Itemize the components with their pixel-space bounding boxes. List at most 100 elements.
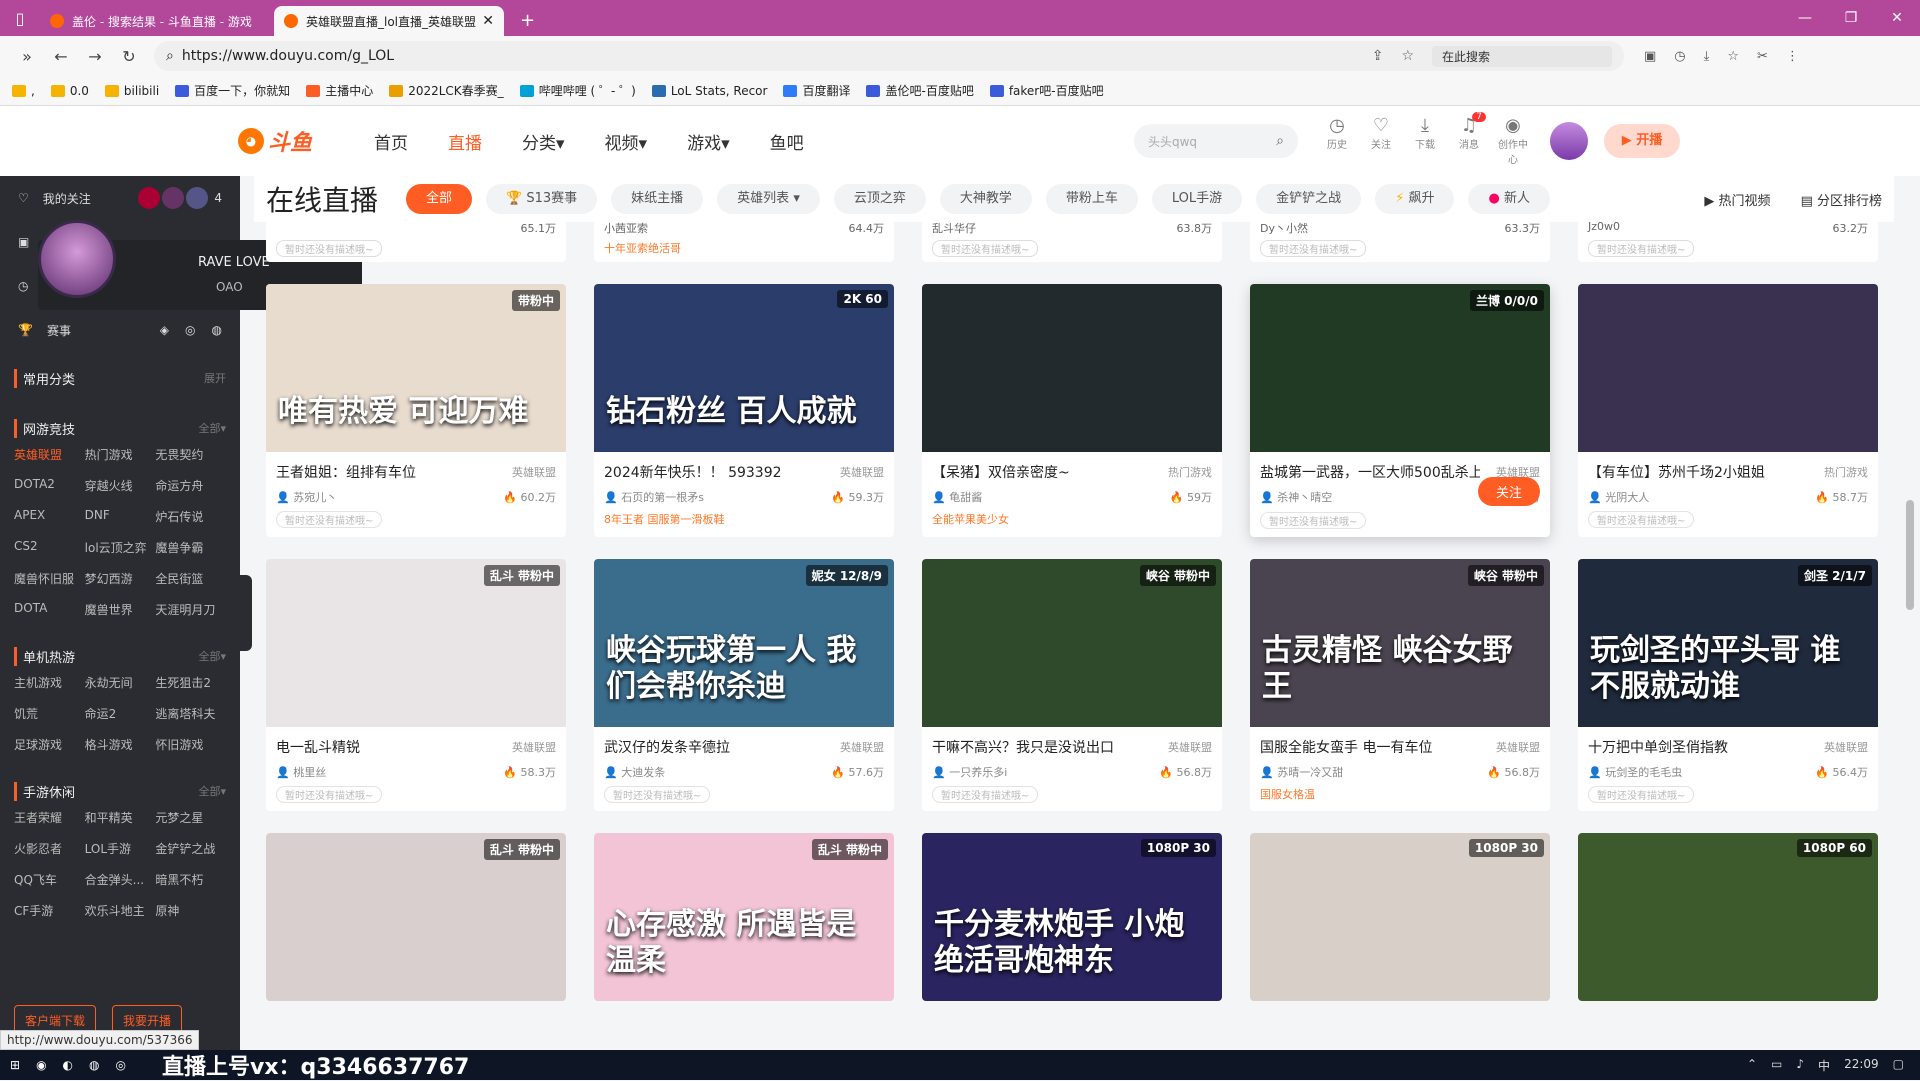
sidebar-esports[interactable]: 🏆 赛事 ◈ ◎ ◍ [0, 308, 240, 352]
ranking-link[interactable]: ▤ 分区排行榜 [1801, 190, 1882, 209]
tray-chevron-icon[interactable]: ⌃ [1747, 1057, 1757, 1074]
category-item[interactable]: 饥荒 [14, 705, 85, 722]
stream-card[interactable]: 1080P 60 [1578, 833, 1878, 1001]
bookmark-item[interactable]: faker吧-百度贴吧 [989, 82, 1104, 99]
stream-card[interactable]: 峡谷玩球第一人 我们会帮你杀迪 妮女 12/8/9 武汉仔的发条辛德拉 英雄联盟 … [594, 559, 894, 811]
download-icon[interactable]: ⤓ [1704, 49, 1710, 64]
stream-card[interactable]: 玩剑圣的平头哥 谁不服就动谁 剑圣 2/1/7 十万把中单剑圣俏指教 英雄联盟 👤… [1578, 559, 1878, 811]
category-item[interactable]: 生死狙击2 [155, 674, 226, 691]
stream-thumbnail[interactable]: 峡谷 带粉中 [922, 559, 1222, 727]
clock[interactable]: 22:09 [1844, 1057, 1879, 1074]
bookmark-item[interactable]: 哔哩哔哩 ( ゜- ゜) [519, 82, 636, 99]
streamer-name[interactable]: 👤 桃里丝 [276, 764, 326, 780]
streamer-name[interactable]: 👤 玩剑圣的毛毛虫 [1588, 764, 1682, 780]
stream-thumbnail[interactable]: 兰博 0/0/0 [1250, 284, 1550, 452]
category-item[interactable]: 欢乐斗地主 [85, 902, 156, 919]
sidebar-follow[interactable]: ♡ 我的关注 4 [0, 176, 240, 220]
stream-category[interactable]: 热门游戏 [1168, 464, 1212, 480]
stream-card[interactable]: 峡谷 带粉中 干嘛不高兴？我只是没说出口 英雄联盟 👤 一只养乐多i 🔥 56.8万… [922, 559, 1222, 811]
stream-category[interactable]: 英雄联盟 [840, 739, 884, 755]
category-item[interactable]: 热门游戏 [85, 446, 156, 463]
nav-home[interactable]: 首页 [374, 129, 408, 154]
category-item[interactable]: 魔兽怀旧服 [14, 570, 85, 587]
bookmark-item[interactable]: bilibili [104, 84, 159, 98]
restore-icon[interactable]: ❐ [1828, 10, 1874, 26]
category-item[interactable]: LOL手游 [85, 840, 156, 857]
stream-card[interactable]: 钻石粉丝 百人成就 2K 60 2024新年快乐！！ 593392 英雄联盟 👤 … [594, 284, 894, 537]
bookmark-item[interactable]: 盖伦吧-百度贴吧 [866, 82, 974, 99]
hot-video-link[interactable]: ▶ 热门视频 [1704, 190, 1770, 209]
stream-thumbnail[interactable]: 心存感激 所遇皆是温柔 乱斗 带粉中 [594, 833, 894, 1001]
filter-teaching[interactable]: 大神教学 [939, 184, 1032, 214]
stream-card[interactable]: 1080P 30 [1250, 833, 1550, 1001]
stream-thumbnail[interactable]: 1080P 30 [1250, 833, 1550, 1001]
stream-thumbnail[interactable]: 乱斗 带粉中 [266, 833, 566, 1001]
reload-icon[interactable]: ↻ [112, 47, 146, 66]
lpl-icon[interactable]: ◈ [160, 323, 169, 337]
windows-start-icon[interactable]: ⊞ [10, 1058, 20, 1072]
streamer-name[interactable]: 👤 杀神丶晴空 [1260, 489, 1332, 505]
star-icon[interactable]: ☆ [1401, 48, 1414, 64]
filter-lol-mobile[interactable]: LOL手游 [1151, 184, 1243, 214]
stream-thumbnail[interactable]: 乱斗 带粉中 [266, 559, 566, 727]
stream-thumbnail[interactable]: 峡谷玩球第一人 我们会帮你杀迪 妮女 12/8/9 [594, 559, 894, 727]
stream-thumbnail[interactable] [1578, 284, 1878, 452]
filter-female-streamer[interactable]: 妹纸主播 [611, 184, 704, 214]
stream-card[interactable]: 【呆猪】双倍亲密度~ 热门游戏 👤 龟甜酱 🔥 59万 全能苹果美少女 [922, 284, 1222, 537]
bookmark-item[interactable]: 百度一下，你就知 [175, 82, 290, 99]
search-engine-box[interactable]: 在此搜索 [1432, 45, 1612, 67]
category-item[interactable]: APEX [14, 508, 85, 525]
category-item[interactable]: 命运方舟 [155, 477, 226, 494]
bookmark-item[interactable]: 百度翻译 [783, 82, 850, 99]
tools-icon[interactable]: ✂ [1757, 49, 1768, 64]
menu-icon[interactable]: ⋮ [1786, 49, 1799, 64]
stream-card[interactable]: 乱斗 带粉中 [266, 833, 566, 1001]
section-more[interactable]: 全部▾ [198, 648, 226, 664]
history-icon[interactable]: ◷ [1674, 49, 1685, 64]
forward-double-icon[interactable]: » [10, 47, 44, 66]
expand-link[interactable]: 展开 [204, 370, 226, 386]
streamer-name[interactable]: 👤 石页的第一根矛s [604, 489, 704, 505]
creator-button[interactable]: ◉ 创作中心 [1498, 116, 1528, 167]
stream-title[interactable]: 电一乱斗精锐 [276, 737, 360, 757]
stream-title[interactable]: 【有车位】苏州千场2小姐姐 [1588, 462, 1765, 482]
taskbar-app-icon[interactable]: ◉ [36, 1058, 46, 1072]
close-window-icon[interactable]: ✕ [1874, 10, 1920, 26]
section-more[interactable]: 全部▾ [198, 783, 226, 799]
category-item[interactable]: 炉石传说 [155, 508, 226, 525]
filter-tft[interactable]: 云顶之弈 [833, 184, 926, 214]
stream-thumbnail[interactable]: 钻石粉丝 百人成就 2K 60 [594, 284, 894, 452]
broadcast-button[interactable]: ▶ 开播 [1604, 124, 1680, 158]
category-item[interactable]: 魔兽争霸 [155, 539, 226, 556]
bookmark-item[interactable]: 0.0 [50, 84, 89, 98]
filter-fan-ride[interactable]: 带粉上车 [1045, 184, 1138, 214]
category-item[interactable]: 永劫无间 [85, 674, 156, 691]
filter-all[interactable]: 全部 [406, 184, 473, 214]
stream-card[interactable]: 古灵精怪 峡谷女野王 峡谷 带粉中 国服全能女蛮手 电一有车位 英雄联盟 👤 苏晴… [1250, 559, 1550, 811]
stream-title[interactable]: 王者姐姐：组排有车位 [276, 462, 416, 482]
category-item[interactable]: 魔兽世界 [85, 601, 156, 618]
clock-icon[interactable]: ◷ [18, 279, 28, 293]
category-item[interactable]: 合金弹头... [85, 871, 156, 888]
streamer-name[interactable]: 👤 光阴大人 [1588, 489, 1649, 505]
stream-card[interactable]: 千分麦林炮手 小炮绝活哥炮神东 1080P 30 [922, 833, 1222, 1001]
history-button[interactable]: ◷ 历史 [1322, 116, 1352, 166]
stream-title[interactable]: 十万把中单剑圣俏指教 [1588, 737, 1728, 757]
category-item[interactable]: lol云顶之弈 [85, 539, 156, 556]
download-button[interactable]: ⤓ 下载 [1410, 116, 1440, 166]
favorites-icon[interactable]: ☆ [1727, 49, 1739, 64]
streamer-name[interactable]: 👤 苏晴一冷又甜 [1260, 764, 1343, 780]
follow-button[interactable]: 关注 [1477, 477, 1540, 506]
category-item[interactable]: 无畏契约 [155, 446, 226, 463]
streamer-name[interactable]: 👤 苏宛儿丶 [276, 489, 337, 505]
stream-card[interactable]: 【有车位】苏州千场2小姐姐 热门游戏 👤 光阴大人 🔥 58.7万 暂时还没有描述哦… [1578, 284, 1878, 537]
filter-rising[interactable]: ⚡ 飙升 [1375, 184, 1455, 214]
ime-indicator[interactable]: 中 [1818, 1057, 1830, 1074]
stream-title[interactable]: 2024新年快乐！！ 593392 [604, 462, 782, 482]
nav-category[interactable]: 分类▾ [522, 129, 565, 154]
stream-card[interactable]: 唯有热爱 可迎万难 带粉中 王者姐姐：组排有车位 英雄联盟 👤 苏宛儿丶 🔥 60.… [266, 284, 566, 537]
section-more[interactable]: 全部▾ [198, 420, 226, 436]
stream-category[interactable]: 英雄联盟 [840, 464, 884, 480]
bookmark-item[interactable]: 主播中心 [306, 82, 373, 99]
stream-card[interactable]: 心存感激 所遇皆是温柔 乱斗 带粉中 [594, 833, 894, 1001]
